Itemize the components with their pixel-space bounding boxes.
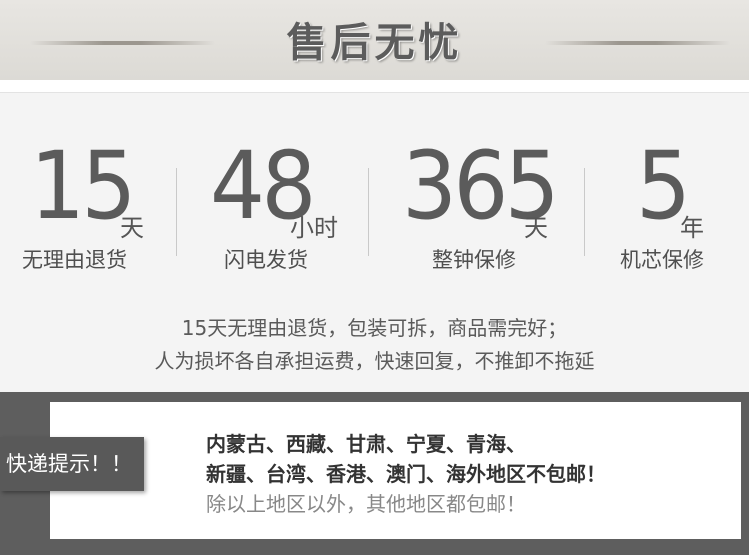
- shipping-notice-tag: 快递提示！！: [0, 437, 144, 491]
- stat-label: 无理由退货: [22, 248, 127, 272]
- notice-line-2: 新疆、台湾、香港、澳门、海外地区不包邮！: [206, 462, 606, 486]
- stat-label: 整钟保修: [432, 248, 516, 272]
- policy-line-2: 人为损坏各自承担运费，快速回复，不推卸不拖延: [154, 349, 595, 373]
- stat-shipping: 48 小时 闪电发货: [210, 140, 360, 280]
- header-banner: 售后无忧: [0, 0, 749, 80]
- stat-unit: 天: [120, 214, 144, 242]
- policy-line-1: 15天无理由退货，包装可拆，商品需完好；: [181, 316, 568, 340]
- guarantee-stats: 15 天 无理由退货 48 小时 闪电发货 365 天 整钟保修 5 年 机芯保…: [0, 140, 749, 280]
- stat-unit: 天: [524, 214, 548, 242]
- stat-number: 15: [30, 132, 136, 241]
- page-title: 售后无忧: [286, 20, 463, 66]
- stat-unit: 小时: [290, 214, 338, 242]
- notice-line-1: 内蒙古、西藏、甘肃、宁夏、青海、: [206, 432, 526, 456]
- stat-return: 15 天 无理由退货: [22, 140, 172, 280]
- stat-divider: [584, 168, 585, 256]
- header-decor-line-right: [545, 41, 730, 45]
- stat-label: 机芯保修: [620, 248, 704, 272]
- stat-unit: 年: [680, 214, 704, 242]
- header-divider-band: [0, 80, 749, 93]
- notice-line-3: 除以上地区以外，其他地区都包邮！: [206, 492, 526, 516]
- stat-warranty: 365 天 整钟保修: [402, 140, 562, 280]
- stat-divider: [176, 168, 177, 256]
- stat-divider: [368, 168, 369, 256]
- stat-movement: 5 年 机芯保修: [620, 140, 730, 280]
- stat-label: 闪电发货: [224, 248, 308, 272]
